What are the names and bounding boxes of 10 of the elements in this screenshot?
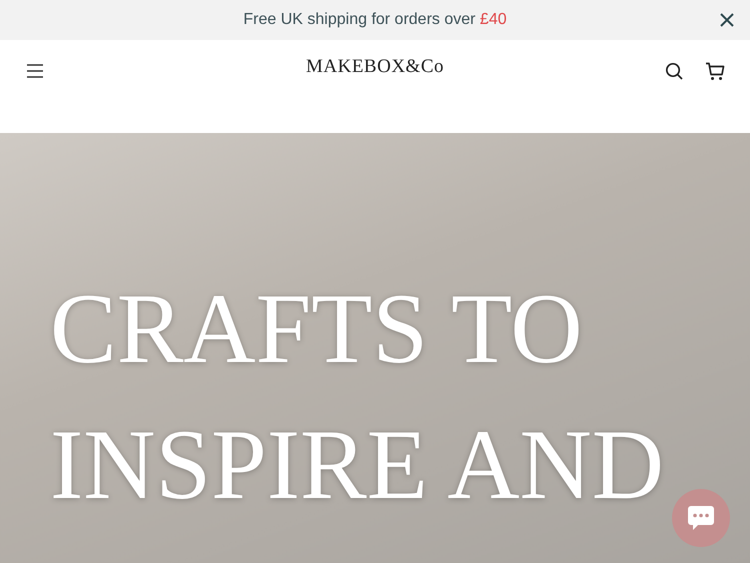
cart-icon bbox=[705, 62, 725, 80]
menu-icon bbox=[26, 64, 44, 78]
search-button[interactable] bbox=[663, 60, 685, 82]
close-icon bbox=[720, 13, 734, 27]
hero-heading: CRAFTS TO INSPIRE AND bbox=[50, 272, 665, 522]
chat-icon bbox=[686, 504, 716, 532]
announcement-text: Free UK shipping for orders over £40 bbox=[243, 11, 507, 29]
cart-button[interactable] bbox=[704, 60, 726, 82]
search-icon bbox=[665, 62, 683, 80]
brand-logo[interactable]: MAKEBOX&Co bbox=[306, 56, 444, 78]
